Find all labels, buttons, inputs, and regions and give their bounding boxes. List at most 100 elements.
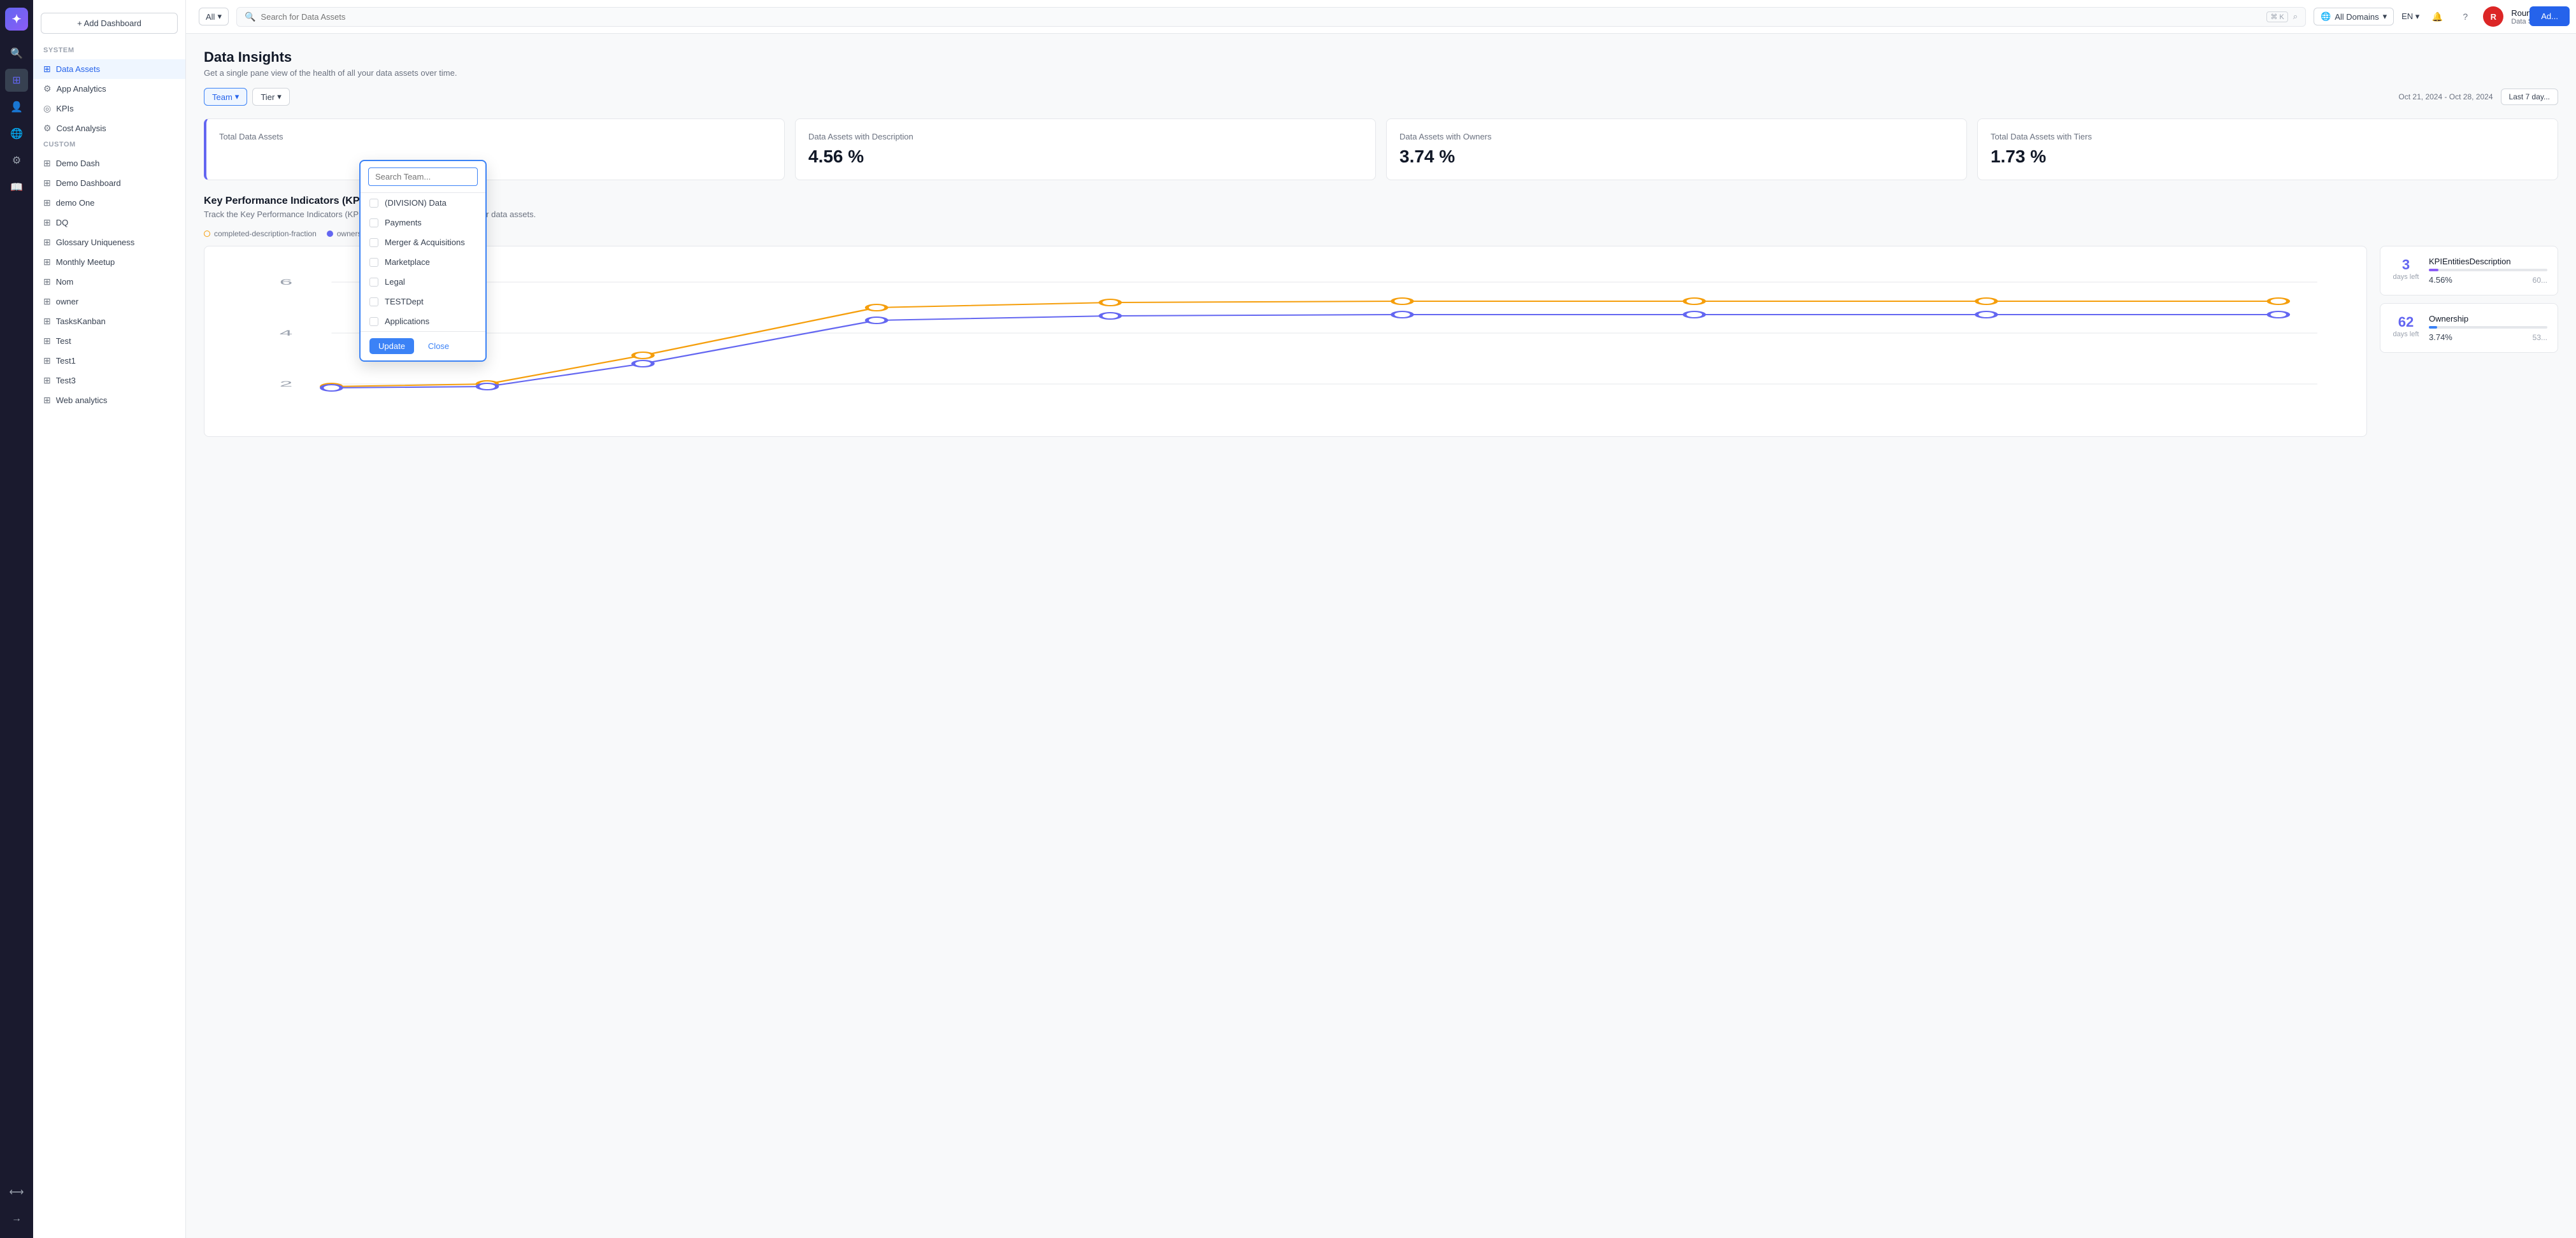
sidebar-item-label: Test3 (56, 376, 76, 385)
team-checkbox-payments[interactable] (369, 218, 378, 227)
glossary-icon: ⊞ (43, 237, 51, 248)
team-checkbox-applications[interactable] (369, 317, 378, 326)
team-checkbox-merger[interactable] (369, 238, 378, 247)
globe-icon: 🌐 (2321, 11, 2331, 22)
stat-value-tiers: 1.73 % (1991, 146, 2545, 167)
team-checkbox-legal[interactable] (369, 278, 378, 287)
kpi-bar-fill-description (2429, 269, 2438, 271)
nav-icon-dashboard[interactable]: ⊞ (5, 69, 28, 92)
sidebar-item-test[interactable]: ⊞ Test (33, 331, 185, 351)
icon-sidebar: ✦ 🔍 ⊞ 👤 🌐 ⚙ 📖 ⟷ → (0, 0, 33, 1238)
stat-card-owners: Data Assets with Owners 3.74 % (1386, 118, 1967, 180)
sidebar-item-demo-dash[interactable]: ⊞ Demo Dash (33, 153, 185, 173)
main-content: All ▾ 🔍 ⌘ K ⌕ 🌐 All Domains ▾ EN ▾ 🔔 ? R (186, 0, 2576, 1238)
nom-icon: ⊞ (43, 276, 51, 287)
test3-icon: ⊞ (43, 375, 51, 386)
data-assets-icon: ⊞ (43, 64, 51, 75)
sidebar-item-app-analytics[interactable]: ⚙ App Analytics (33, 79, 185, 99)
notifications-button[interactable]: 🔔 (2427, 6, 2447, 27)
nav-icon-logout[interactable]: → (5, 1207, 28, 1230)
kpi-section-subtitle: Track the Key Performance Indicators (KP… (204, 210, 2558, 219)
kpi-bar-bg-ownership (2429, 326, 2547, 329)
sidebar-item-demo-dashboard[interactable]: ⊞ Demo Dashboard (33, 173, 185, 193)
sidebar-item-dq[interactable]: ⊞ DQ (33, 213, 185, 232)
sidebar-item-demo-one[interactable]: ⊞ demo One (33, 193, 185, 213)
team-item-label: Legal (385, 277, 405, 287)
svg-text:6: 6 (280, 278, 292, 287)
nav-icon-user[interactable]: 👤 (5, 96, 28, 118)
team-filter-label: Team (212, 92, 233, 102)
kpi-card-description-header: 3 days left KPIEntitiesDescription 4.56%… (2391, 257, 2547, 285)
nav-icon-globe[interactable]: 🌐 (5, 122, 28, 145)
sidebar-item-cost-analysis[interactable]: ⚙ Cost Analysis (33, 118, 185, 138)
sidebar-item-kpis[interactable]: ◎ KPIs (33, 99, 185, 118)
kpi-days-label-ownership: days left (2391, 331, 2421, 338)
update-button[interactable]: Update (369, 338, 414, 354)
team-search-input[interactable] (368, 167, 478, 186)
sidebar-item-nom[interactable]: ⊞ Nom (33, 272, 185, 292)
last-days-button[interactable]: Last 7 day... (2501, 89, 2558, 105)
team-item-division-data[interactable]: (DIVISION) Data (361, 193, 485, 213)
team-item-marketplace[interactable]: Marketplace (361, 252, 485, 272)
kpi-sidebar: 3 days left KPIEntitiesDescription 4.56%… (2380, 246, 2558, 437)
top-right-controls: 🌐 All Domains ▾ EN ▾ 🔔 ? R Rounakpree...… (2314, 6, 2563, 27)
sidebar-item-web-analytics[interactable]: ⊞ Web analytics (33, 390, 185, 410)
stat-card-total: Total Data Assets (204, 118, 785, 180)
sidebar-item-label: TasksKanban (56, 317, 106, 326)
kpi-card-ownership: 62 days left Ownership 3.74% 53... (2380, 303, 2558, 353)
legend-label-description: completed-description-fraction (214, 229, 317, 238)
sidebar-item-label: Monthly Meetup (56, 257, 115, 267)
page-content: Data Insights Get a single pane view of … (186, 34, 2576, 1238)
help-button[interactable]: ? (2455, 6, 2475, 27)
filters-row: Team ▾ Tier ▾ Oct 21, 2024 - Oct 28, 202… (204, 88, 2558, 106)
team-item-label: Marketplace (385, 257, 430, 267)
demo-dashboard-icon: ⊞ (43, 178, 51, 189)
team-item-applications[interactable]: Applications (361, 311, 485, 331)
team-filter-chevron: ▾ (235, 92, 240, 102)
nav-icon-connections[interactable]: ⟷ (5, 1181, 28, 1204)
team-checkbox-marketplace[interactable] (369, 258, 378, 267)
domain-selector[interactable]: 🌐 All Domains ▾ (2314, 8, 2394, 25)
page-title: Data Insights (204, 49, 2558, 66)
sidebar-item-data-assets[interactable]: ⊞ Data Assets (33, 59, 185, 79)
add-dashboard-button[interactable]: + Add Dashboard (41, 13, 178, 34)
kpi-percent-description: 4.56% (2429, 275, 2452, 285)
team-item-legal[interactable]: Legal (361, 272, 485, 292)
nav-icon-book[interactable]: 📖 (5, 176, 28, 199)
app-analytics-icon: ⚙ (43, 83, 52, 94)
sidebar-item-glossary[interactable]: ⊞ Glossary Uniqueness (33, 232, 185, 252)
team-item-label: TESTDept (385, 297, 424, 306)
team-checkbox-division-data[interactable] (369, 199, 378, 208)
close-button[interactable]: Close (419, 338, 458, 354)
team-item-payments[interactable]: Payments (361, 213, 485, 232)
team-item-merger[interactable]: Merger & Acquisitions (361, 232, 485, 252)
add-button[interactable]: Ad... (2529, 6, 2570, 26)
team-item-testdept[interactable]: TESTDept (361, 292, 485, 311)
svg-text:4: 4 (280, 329, 292, 338)
tier-filter-label: Tier (261, 92, 275, 102)
kpi-days-label-description: days left (2391, 273, 2421, 281)
kpi-percent-ownership: 3.74% (2429, 332, 2452, 342)
sidebar-item-label: DQ (56, 218, 69, 227)
tier-filter-button[interactable]: Tier ▾ (252, 88, 289, 106)
web-analytics-icon: ⊞ (43, 395, 51, 406)
sidebar-item-label: Demo Dash (56, 159, 100, 168)
sidebar-item-test1[interactable]: ⊞ Test1 (33, 351, 185, 371)
all-filter-button[interactable]: All ▾ (199, 8, 229, 25)
search-input[interactable] (261, 12, 2261, 22)
sidebar-item-monthly-meetup[interactable]: ⊞ Monthly Meetup (33, 252, 185, 272)
sidebar-item-tasks-kanban[interactable]: ⊞ TasksKanban (33, 311, 185, 331)
nav-icon-settings[interactable]: ⚙ (5, 149, 28, 172)
sidebar-item-test3[interactable]: ⊞ Test3 (33, 371, 185, 390)
tasks-icon: ⊞ (43, 316, 51, 327)
custom-section-label: CUSTOM (33, 138, 185, 153)
team-checkbox-testdept[interactable] (369, 297, 378, 306)
stat-label-tiers: Total Data Assets with Tiers (1991, 132, 2545, 141)
left-sidebar: + Add Dashboard SYSTEM ⊞ Data Assets ⚙ A… (33, 0, 186, 1238)
nav-icon-search[interactable]: 🔍 (5, 42, 28, 65)
kpi-chart: 6 4 2 (215, 257, 2356, 422)
team-filter-button[interactable]: Team ▾ (204, 88, 247, 106)
sidebar-item-owner[interactable]: ⊞ owner (33, 292, 185, 311)
language-selector[interactable]: EN ▾ (2401, 11, 2419, 22)
demo-dash-icon: ⊞ (43, 158, 51, 169)
